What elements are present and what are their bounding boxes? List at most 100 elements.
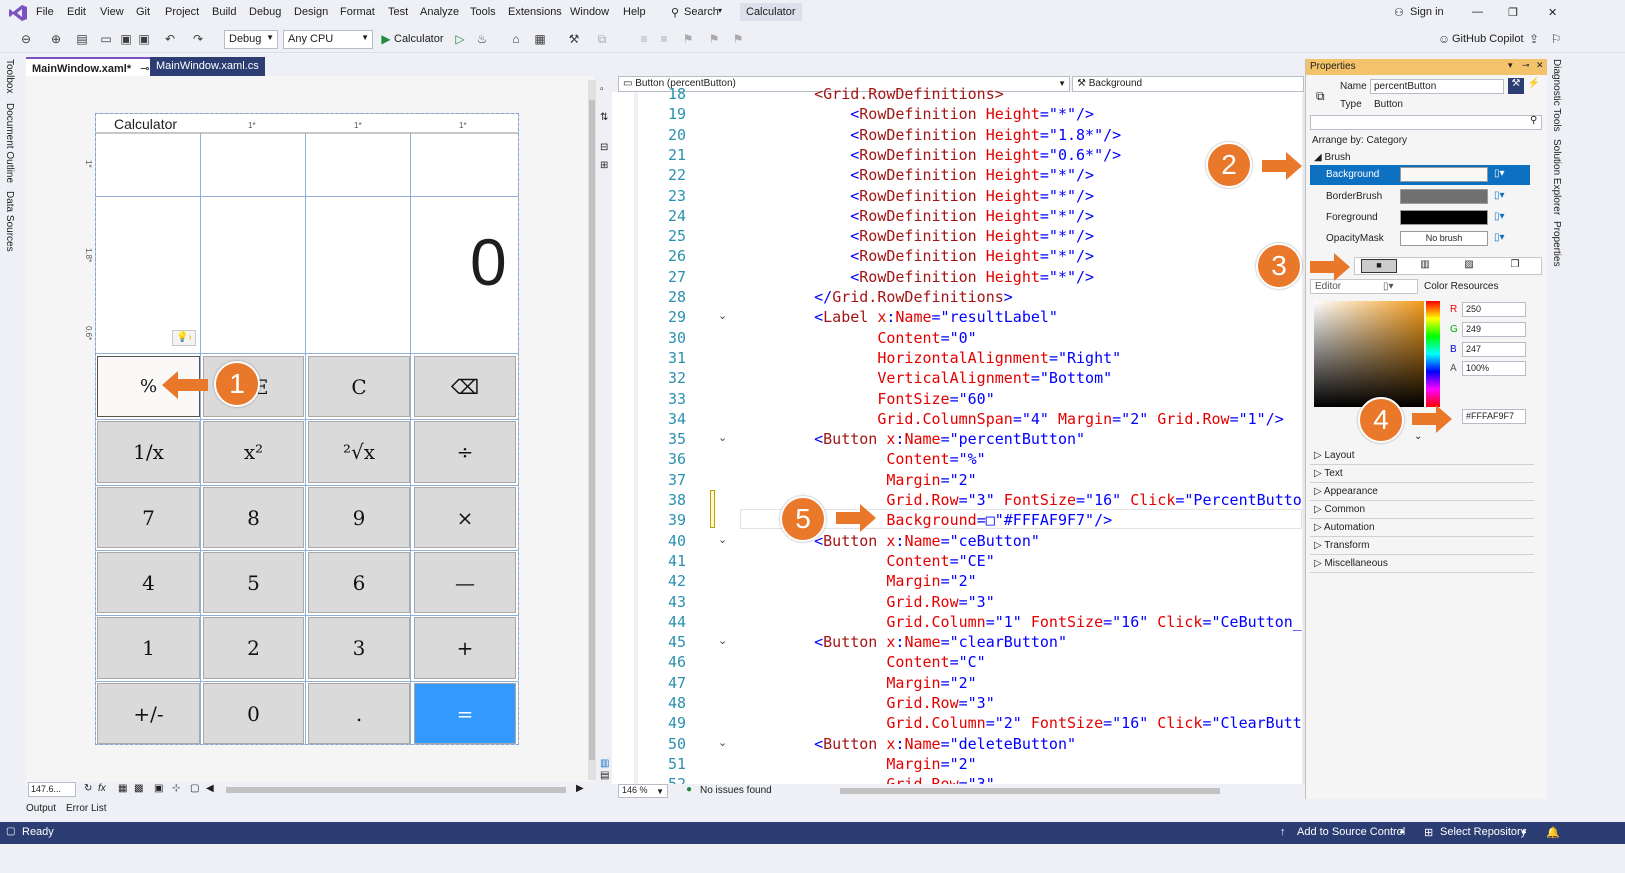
brush-resource-icon[interactable]: ▯▾ bbox=[1494, 232, 1505, 243]
calc-button[interactable]: 9 bbox=[308, 487, 410, 548]
platform-select[interactable]: Any CPU ▼ bbox=[283, 30, 373, 49]
code-line[interactable]: HorizontalAlignment="Right" bbox=[778, 348, 1121, 368]
issues-status[interactable]: No issues found bbox=[700, 785, 772, 796]
calc-button[interactable]: × bbox=[414, 487, 516, 548]
calc-button[interactable]: x² bbox=[203, 421, 304, 483]
bookmark-icon[interactable]: ⚑ bbox=[680, 31, 696, 47]
code-line[interactable]: FontSize="60" bbox=[778, 389, 994, 409]
pane-icon[interactable]: ▫ bbox=[600, 84, 604, 95]
start-without-debugging-icon[interactable]: ▷ bbox=[452, 31, 468, 47]
lightbulb-icon[interactable]: 💡› bbox=[172, 330, 196, 346]
menu-item-debug[interactable]: Debug bbox=[249, 6, 281, 18]
arrange-by-menu[interactable]: Arrange by: Category bbox=[1312, 135, 1407, 146]
menu-item-file[interactable]: File bbox=[36, 6, 54, 18]
expand-pane-icon[interactable]: ⊞ bbox=[600, 160, 608, 171]
tools-icon[interactable]: ⚒ bbox=[566, 31, 582, 47]
device-icon[interactable]: ▢ bbox=[190, 783, 199, 794]
hue-slider[interactable] bbox=[1426, 301, 1440, 407]
code-line[interactable]: <Grid.RowDefinitions> bbox=[778, 84, 1004, 104]
calc-button[interactable]: = bbox=[414, 683, 516, 744]
code-line[interactable]: Grid.ColumnSpan="4" Margin="2" Grid.Row=… bbox=[778, 409, 1283, 429]
calc-button[interactable]: C bbox=[308, 356, 410, 417]
code-line[interactable]: <RowDefinition Height="*"/> bbox=[778, 226, 1094, 246]
designer-horizontal-scrollbar[interactable] bbox=[226, 787, 566, 793]
start-button[interactable]: Calculator bbox=[394, 33, 444, 45]
fold-chevron-icon[interactable]: ⌄ bbox=[718, 431, 727, 444]
code-line[interactable]: Margin="2" bbox=[778, 754, 976, 774]
section-common[interactable]: ▷ Common bbox=[1310, 501, 1534, 519]
scroll-left-icon[interactable]: ◀ bbox=[206, 783, 214, 794]
calc-button[interactable]: 3 bbox=[308, 617, 410, 679]
play-icon[interactable]: ▶ bbox=[378, 31, 394, 47]
section-miscellaneous[interactable]: ▷ Miscellaneous bbox=[1310, 555, 1534, 573]
section-appearance[interactable]: ▷ Appearance bbox=[1310, 483, 1534, 501]
code-line[interactable]: Margin="2" bbox=[778, 673, 976, 693]
notifications-bell-icon[interactable]: 🔔 bbox=[1546, 826, 1560, 839]
horizontal-split-icon[interactable]: ▤ bbox=[600, 770, 609, 781]
menu-item-tools[interactable]: Tools bbox=[470, 6, 496, 18]
property-search-input[interactable] bbox=[1310, 115, 1542, 130]
scroll-right-icon[interactable]: ▶ bbox=[576, 783, 584, 794]
save-icon[interactable]: ▣ bbox=[118, 31, 134, 47]
redo-icon[interactable]: ↷ bbox=[190, 31, 206, 47]
solution-explorer-tab[interactable]: Solution Explorer bbox=[1551, 139, 1562, 215]
menu-item-test[interactable]: Test bbox=[388, 6, 408, 18]
document-outline-tab[interactable]: Document Outline bbox=[4, 103, 15, 183]
code-line[interactable]: <RowDefinition Height="*"/> bbox=[778, 206, 1094, 226]
toolbox-tab[interactable]: Toolbox bbox=[4, 59, 15, 93]
browse-icon[interactable]: ⌂ bbox=[508, 31, 524, 47]
brush-resource-icon[interactable]: ▯▾ bbox=[1494, 211, 1505, 222]
channel-input-a[interactable]: 100% bbox=[1462, 361, 1526, 376]
search-icon[interactable]: ⚲ bbox=[671, 6, 679, 19]
calc-button[interactable]: + bbox=[414, 617, 516, 679]
menu-item-view[interactable]: View bbox=[100, 6, 124, 18]
menu-item-help[interactable]: Help bbox=[623, 6, 646, 18]
calc-button[interactable]: 0 bbox=[203, 683, 304, 744]
code-line[interactable]: Content="C" bbox=[778, 652, 985, 672]
code-line[interactable]: Margin="2" bbox=[778, 470, 976, 490]
hot-reload-icon[interactable]: ♨ bbox=[474, 31, 490, 47]
brush-label-borderbrush[interactable]: BorderBrush bbox=[1326, 191, 1382, 202]
visual-studio-logo-icon[interactable] bbox=[8, 4, 28, 22]
designer-zoom-select[interactable]: 147.6... bbox=[28, 782, 76, 797]
channel-input-r[interactable]: 250 bbox=[1462, 302, 1526, 317]
image-brush-icon[interactable]: ▨ bbox=[1451, 259, 1487, 273]
snap-lines-icon[interactable]: ⊹ bbox=[172, 783, 180, 794]
grid-icon[interactable]: ▦ bbox=[118, 783, 127, 794]
section-transform[interactable]: ▷ Transform bbox=[1310, 537, 1534, 555]
sign-in-link[interactable]: Sign in bbox=[1410, 6, 1444, 18]
code-line[interactable]: <RowDefinition Height="*"/> bbox=[778, 165, 1094, 185]
new-project-icon[interactable]: ▤ bbox=[74, 31, 90, 47]
close-icon[interactable]: ✕ bbox=[1548, 6, 1557, 19]
options-icon[interactable]: ▾ bbox=[1508, 60, 1513, 71]
vertical-split-icon[interactable]: ▥ bbox=[600, 758, 609, 769]
brush-value-opacitymask[interactable]: No brush bbox=[1400, 231, 1488, 246]
tab-mainwindow-xaml-cs[interactable]: MainWindow.xaml.cs bbox=[150, 57, 265, 76]
brush-section-header[interactable]: ◢ Brush bbox=[1314, 152, 1351, 163]
artboard-icon[interactable]: ▣ bbox=[154, 783, 163, 794]
bookmark-next-icon[interactable]: ⚑ bbox=[730, 31, 746, 47]
fold-chevron-icon[interactable]: ⌄ bbox=[718, 533, 727, 546]
fold-chevron-icon[interactable]: ⌄ bbox=[718, 736, 727, 749]
calc-button[interactable]: — bbox=[414, 552, 516, 613]
search-menu[interactable]: Search bbox=[684, 6, 719, 18]
code-line[interactable]: Grid.Column="2" FontSize="16" Click="Cle… bbox=[778, 713, 1301, 733]
section-text[interactable]: ▷ Text bbox=[1310, 465, 1534, 483]
code-line[interactable]: <RowDefinition Height="*"/> bbox=[778, 104, 1094, 124]
code-line[interactable]: Margin="2" bbox=[778, 571, 976, 591]
menu-item-extensions[interactable]: Extensions bbox=[508, 6, 562, 18]
calc-button[interactable]: ⌫ bbox=[414, 356, 516, 417]
hex-color-input[interactable]: #FFFAF9F7 bbox=[1462, 409, 1526, 424]
menu-item-edit[interactable]: Edit bbox=[67, 6, 86, 18]
section-automation[interactable]: ▷ Automation bbox=[1310, 519, 1534, 537]
code-line[interactable]: </Grid.RowDefinitions> bbox=[778, 287, 1013, 307]
code-line[interactable]: <RowDefinition Height="1.8*"/> bbox=[778, 125, 1121, 145]
close-icon[interactable]: ✕ bbox=[1536, 60, 1544, 71]
calc-button[interactable]: 5 bbox=[203, 552, 304, 613]
channel-input-b[interactable]: 247 bbox=[1462, 342, 1526, 357]
menu-item-design[interactable]: Design bbox=[294, 6, 328, 18]
swap-panes-icon[interactable]: ⇅ bbox=[600, 112, 608, 123]
select-repository-button[interactable]: Select Repository bbox=[1440, 826, 1526, 838]
code-line[interactable]: Content="%" bbox=[778, 449, 985, 469]
brush-label-background[interactable]: Background bbox=[1326, 169, 1379, 180]
